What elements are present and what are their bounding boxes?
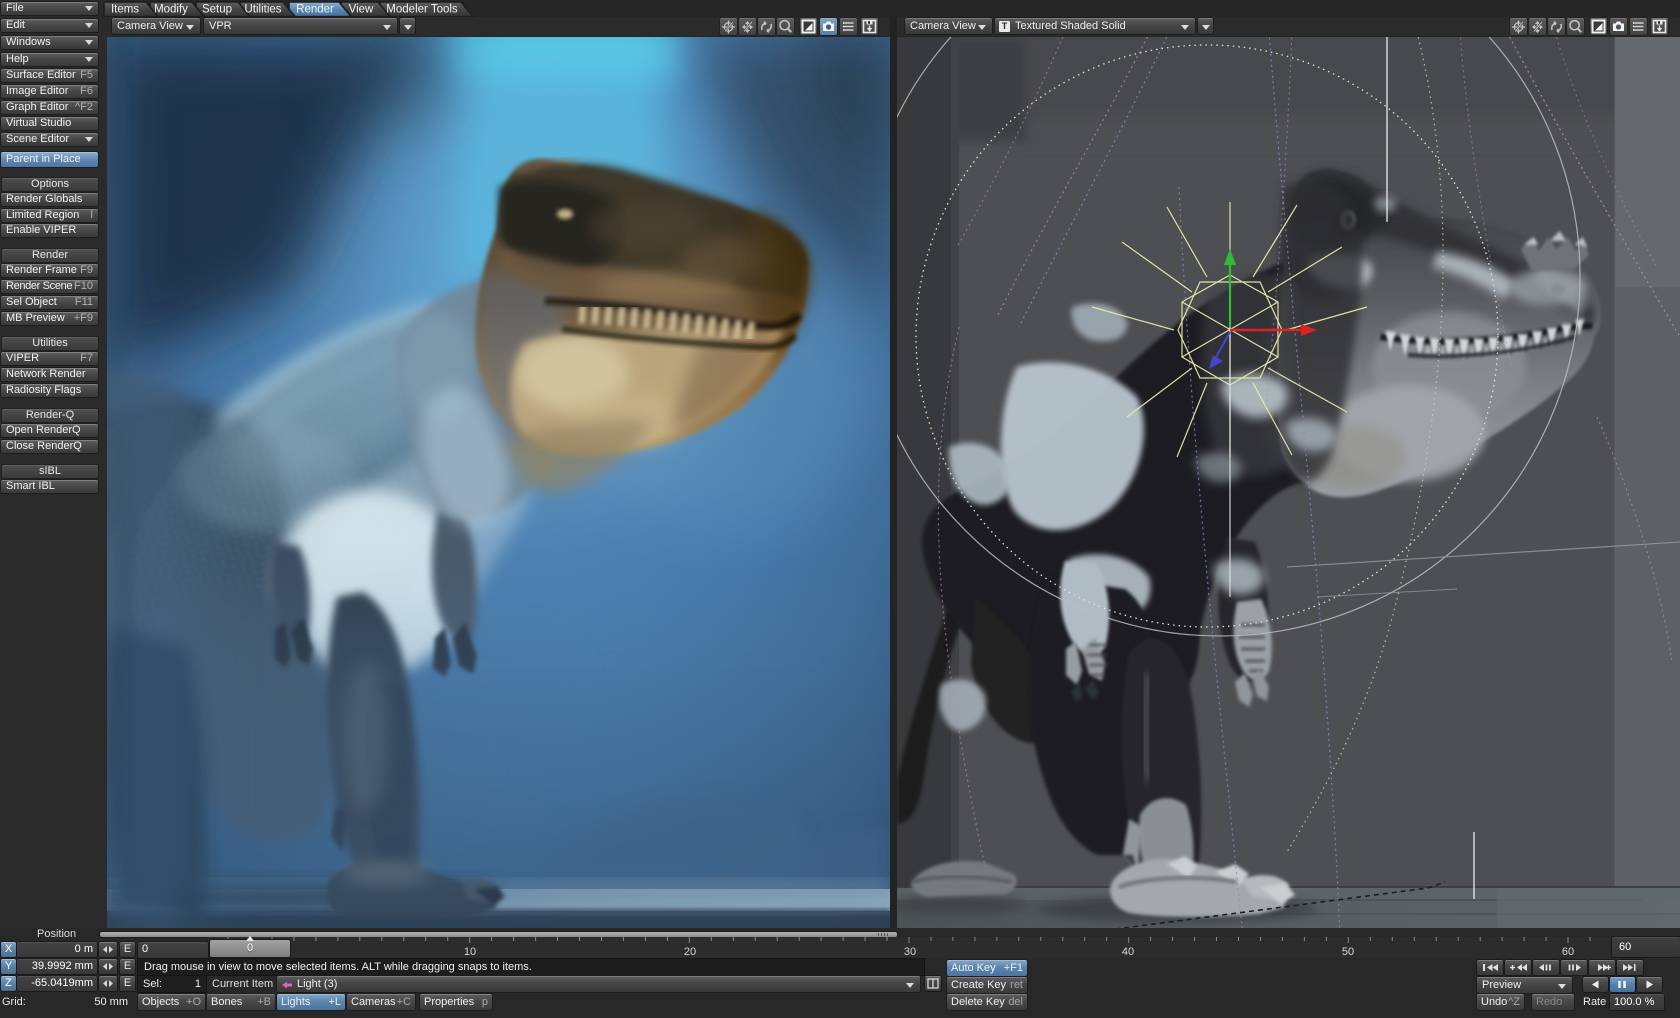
svg-text:Render: Render bbox=[296, 4, 334, 16]
svg-text:20: 20 bbox=[684, 946, 696, 958]
svg-text:Items: Items bbox=[111, 4, 139, 16]
svg-text:Setup: Setup bbox=[202, 4, 232, 16]
svg-text:View: View bbox=[349, 4, 374, 16]
svg-text:40: 40 bbox=[1122, 946, 1134, 958]
svg-text:Modeler Tools: Modeler Tools bbox=[386, 4, 458, 16]
svg-text:10: 10 bbox=[464, 946, 476, 958]
svg-text:Modify: Modify bbox=[154, 4, 188, 16]
svg-text:Utilities: Utilities bbox=[244, 4, 281, 16]
svg-text:50: 50 bbox=[1342, 946, 1354, 958]
svg-text:60: 60 bbox=[1562, 946, 1574, 958]
svg-text:30: 30 bbox=[904, 946, 916, 958]
